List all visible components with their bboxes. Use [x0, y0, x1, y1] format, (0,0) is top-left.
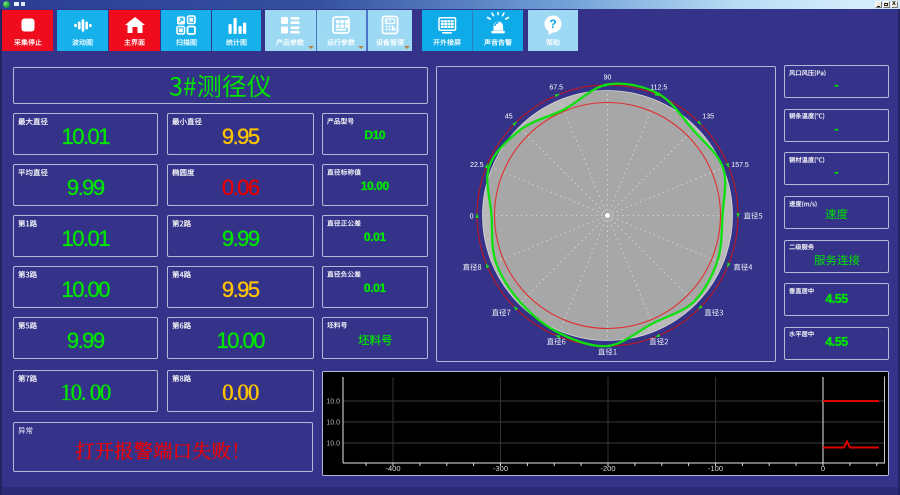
svg-text:10.0: 10.0	[326, 420, 340, 427]
svg-text:157.5: 157.5	[731, 162, 749, 169]
svg-text:-400: -400	[385, 464, 400, 473]
svg-text:112.5: 112.5	[650, 85, 667, 92]
svg-text:90: 90	[604, 75, 612, 82]
svg-text:0: 0	[821, 464, 825, 473]
svg-text:-100: -100	[708, 464, 723, 473]
svg-text:45: 45	[505, 114, 513, 121]
svg-text:10.0: 10.0	[326, 441, 340, 448]
svg-text:-200: -200	[600, 464, 615, 473]
svg-text:22.5: 22.5	[470, 162, 484, 169]
svg-text:-300: -300	[493, 464, 508, 473]
svg-text:135: 135	[702, 114, 714, 121]
svg-text:67.5: 67.5	[549, 85, 563, 92]
svg-text:?: ?	[549, 17, 556, 31]
svg-text:0: 0	[470, 214, 474, 221]
svg-text:10.0: 10.0	[326, 399, 340, 406]
